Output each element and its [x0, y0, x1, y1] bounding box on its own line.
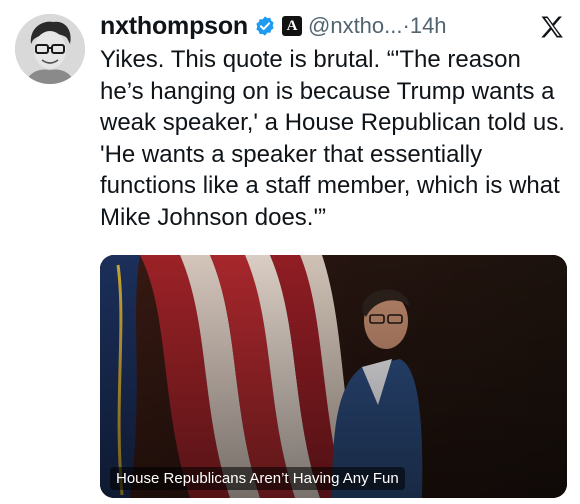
- handle[interactable]: @nxtho...: [308, 13, 403, 39]
- verified-badge-icon: [254, 15, 276, 37]
- x-logo-icon: [538, 13, 566, 41]
- timestamp[interactable]: 14h: [410, 13, 447, 39]
- separator-dot: ·: [402, 13, 410, 38]
- display-name[interactable]: nxthompson: [100, 12, 248, 41]
- tweet-card[interactable]: nxthompson A @nxtho... · 14h Yikes. This…: [0, 0, 580, 504]
- tweet-text: Yikes. This quote is brutal. “'The reaso…: [100, 46, 565, 231]
- tweet-header: nxthompson A @nxtho... · 14h: [100, 6, 447, 46]
- avatar[interactable]: [15, 14, 85, 84]
- media-caption: House Republicans Aren’t Having Any Fun: [110, 467, 405, 490]
- media-image: [100, 255, 567, 498]
- media-card[interactable]: House Republicans Aren’t Having Any Fun: [100, 255, 567, 498]
- affiliate-badge[interactable]: A: [282, 16, 302, 36]
